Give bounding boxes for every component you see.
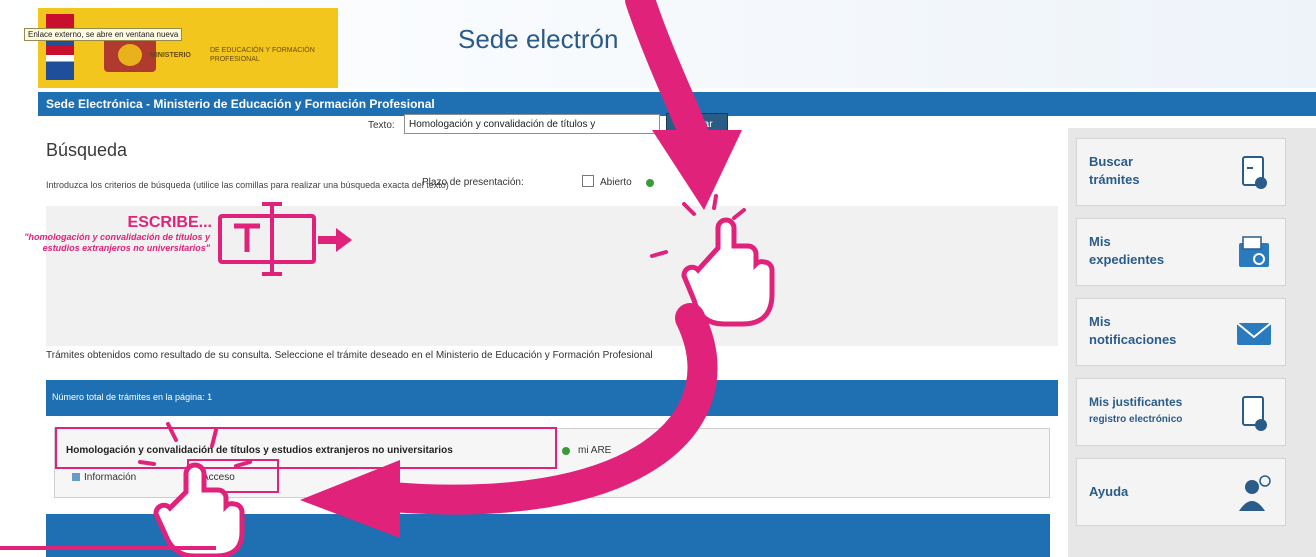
sidebar-item-label: Mis notificaciones bbox=[1089, 314, 1177, 347]
document-receipt-icon bbox=[1242, 396, 1267, 431]
result-title-link[interactable]: Homologación y convalidación de títulos … bbox=[66, 445, 453, 456]
texto-label: Texto: bbox=[368, 120, 395, 131]
coat-of-arms-icon bbox=[104, 38, 156, 72]
sidebar-item-label: Mis expedientes bbox=[1089, 234, 1165, 267]
results-count-bar: Número total de trámites en la página: 1 bbox=[46, 380, 1058, 416]
user-help-icon bbox=[1239, 475, 1271, 511]
info-link[interactable]: Información bbox=[72, 472, 136, 483]
footer-bar bbox=[46, 514, 1050, 557]
site-header: MINISTERIO DE EDUCACIÓN Y FORMACIÓN PROF… bbox=[0, 0, 1316, 88]
search-button[interactable]: Buscar bbox=[666, 113, 728, 135]
flag-icon bbox=[46, 14, 74, 80]
logo-text: MINISTERIO bbox=[150, 52, 191, 59]
sidebar-item-mis-justificantes[interactable]: Mis justificantes registro electrónico bbox=[1076, 378, 1286, 446]
site-title: Sede electrón bbox=[458, 24, 619, 54]
info-icon bbox=[72, 473, 80, 482]
sidebar-item-label: Mis justificantes registro electrónico bbox=[1089, 395, 1183, 425]
result-item bbox=[54, 428, 1050, 498]
results-description: Trámites obtenidos como resultado de su … bbox=[46, 350, 653, 361]
access-icon bbox=[190, 473, 198, 482]
sidebar-item-ayuda[interactable]: Ayuda bbox=[1076, 458, 1286, 526]
government-logo[interactable]: MINISTERIO DE EDUCACIÓN Y FORMACIÓN PROF… bbox=[38, 8, 338, 88]
envelope-icon bbox=[1236, 322, 1272, 345]
acceso-link[interactable]: Acceso bbox=[190, 472, 235, 483]
help-icon[interactable] bbox=[646, 179, 654, 187]
info-link-label: Información bbox=[84, 472, 137, 483]
folder-search-icon bbox=[1239, 236, 1269, 267]
page-title: Búsqueda bbox=[46, 140, 128, 160]
annotation-title: ESCRIBE... bbox=[127, 214, 212, 231]
abierto-checkbox[interactable] bbox=[582, 175, 594, 187]
sidebar-item-mis-expedientes[interactable]: Mis expedientes bbox=[1076, 218, 1286, 286]
help-icon[interactable] bbox=[562, 447, 570, 455]
sidebar-item-mis-notificaciones[interactable]: Mis notificaciones bbox=[1076, 298, 1286, 366]
abierto-label: Abierto bbox=[600, 177, 632, 188]
search-document-icon bbox=[1242, 156, 1267, 189]
plazo-label: Plazo de presentación: bbox=[422, 177, 524, 188]
search-input[interactable] bbox=[404, 114, 660, 134]
acceso-link-label: Acceso bbox=[202, 472, 235, 483]
annotation-description: "homologación y convalidación de títulos… bbox=[24, 232, 210, 253]
sidebar-item-buscar-tramites[interactable]: Buscar trámites bbox=[1076, 138, 1286, 206]
search-instructions: Introduzca los criterios de búsqueda (ut… bbox=[46, 180, 449, 190]
sidebar-item-label: Buscar trámites bbox=[1089, 154, 1140, 187]
result-code: mi ARE bbox=[578, 445, 612, 456]
logo-subtext: DE EDUCACIÓN Y FORMACIÓN PROFESIONAL bbox=[210, 47, 315, 63]
tooltip: Enlace externo, se abre en ventana nueva bbox=[24, 28, 183, 41]
sidebar-item-label: Ayuda bbox=[1089, 484, 1129, 499]
